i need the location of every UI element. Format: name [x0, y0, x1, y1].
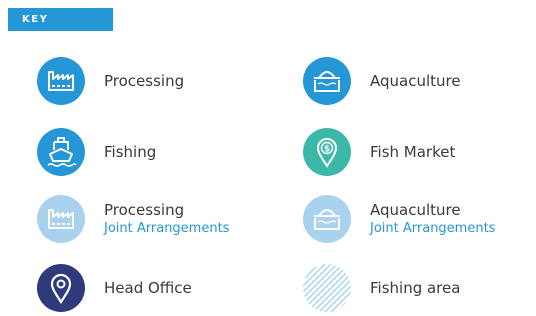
legend-label: Fishing — [104, 142, 157, 161]
legend-label: Fish Market — [370, 142, 456, 161]
svg-text:$: $ — [324, 145, 330, 155]
fishing-boat-icon — [37, 128, 85, 176]
legend-sublabel: Joint Arrangements — [370, 221, 496, 236]
aquaculture-cage-icon — [303, 195, 351, 243]
legend-item-aquaculture-joint: Aquaculture Joint Arrangements — [302, 194, 495, 244]
legend-label: Head Office — [104, 278, 192, 297]
legend-item-fishing: Fishing — [36, 127, 156, 177]
dollar-pin-icon: $ — [303, 128, 351, 176]
legend-label: Aquaculture — [370, 201, 461, 219]
location-pin-icon — [37, 264, 85, 312]
legend-item-fishing-area: Fishing area — [302, 263, 460, 313]
legend-item-aquaculture: Aquaculture — [302, 56, 461, 106]
legend-item-processing-joint: Processing Joint Arrangements — [36, 194, 229, 244]
factory-icon — [37, 195, 85, 243]
legend-item-processing: Processing — [36, 56, 184, 106]
legend-label: Processing — [104, 201, 185, 219]
legend-item-fish-market: $ Fish Market — [302, 127, 455, 177]
factory-icon — [37, 57, 85, 105]
legend-label: Fishing area — [370, 278, 461, 297]
hatched-circle-icon — [303, 264, 351, 312]
legend-sublabel: Joint Arrangements — [104, 221, 230, 236]
legend-label: Processing — [104, 71, 185, 90]
key-header: KEY — [8, 8, 113, 31]
aquaculture-cage-icon — [303, 57, 351, 105]
legend-label: Aquaculture — [370, 71, 461, 90]
legend-item-head-office: Head Office — [36, 263, 192, 313]
